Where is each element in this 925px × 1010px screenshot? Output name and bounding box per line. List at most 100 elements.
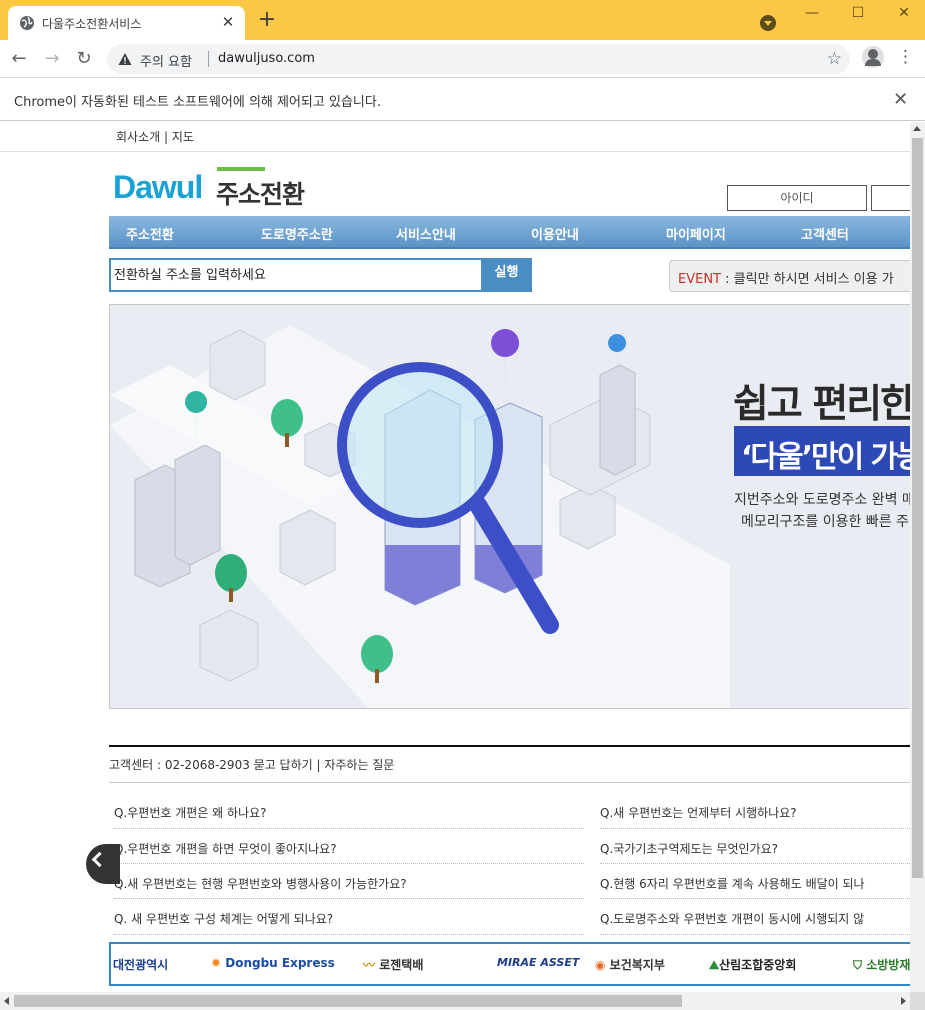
horizontal-scroll-thumb[interactable] bbox=[14, 995, 682, 1007]
faq-item[interactable]: Q.우편번호 개편을 하면 무엇이 좋아지나요? bbox=[114, 840, 337, 857]
login-password-field[interactable] bbox=[871, 185, 910, 211]
event-text: : 클릭만 하시면 서비스 이용 가 bbox=[721, 272, 894, 287]
omnibox-divider bbox=[208, 51, 209, 67]
banner-headline-2: ‘다울’만이 가능한 bbox=[741, 440, 910, 475]
close-window-button[interactable]: ✕ bbox=[889, 2, 919, 24]
link-map[interactable]: 지도 bbox=[172, 130, 194, 144]
partner-logo[interactable]: MIRAE ASSET bbox=[497, 956, 579, 969]
vertical-scrollbar[interactable] bbox=[910, 122, 925, 992]
partner-logo[interactable]: ◉ 보건복지부 bbox=[595, 956, 665, 973]
forward-icon[interactable]: → bbox=[41, 48, 63, 70]
top-links: 회사소개 | 지도 bbox=[116, 128, 194, 145]
partner-logo[interactable]: ⛉ 소방방재 bbox=[853, 956, 910, 973]
tab-strip: 다울주소전환서비스 ✕ + — ☐ ✕ bbox=[0, 0, 925, 40]
event-ticker[interactable]: EVENT : 클릭만 하시면 서비스 이용 가 bbox=[669, 260, 910, 292]
maximize-button[interactable]: ☐ bbox=[843, 2, 873, 24]
faq-item[interactable]: Q.도로명주소와 우편번호 개편이 동시에 시행되지 않 bbox=[600, 910, 864, 927]
sun-icon: ✹ bbox=[211, 956, 222, 970]
shield-icon: ⛉ bbox=[853, 958, 863, 972]
tab-title: 다울주소전환서비스 bbox=[42, 17, 142, 31]
scrollbar-corner bbox=[910, 992, 925, 1010]
partner-logo[interactable]: 대전광역시 bbox=[113, 956, 168, 973]
faq-item[interactable]: Q.우편번호 개편은 왜 하나요? bbox=[114, 804, 267, 821]
menu-icon[interactable]: ⋮ bbox=[897, 46, 914, 68]
faq-divider bbox=[600, 898, 910, 899]
automation-infobar: Chrome이 자동화된 테스트 소프트웨어에 의해 제어되고 있습니다. ✕ bbox=[0, 79, 925, 121]
address-search-box bbox=[109, 258, 483, 292]
header-divider bbox=[0, 151, 910, 152]
faq-item[interactable]: Q.현행 6자리 우편번호를 계속 사용해도 배달이 되나 bbox=[600, 875, 865, 892]
address-search-input[interactable] bbox=[114, 260, 478, 290]
logo-korean: 주소전환 bbox=[216, 180, 305, 209]
link-company[interactable]: 회사소개 bbox=[116, 130, 160, 144]
customer-center-info[interactable]: 고객센터 : 02-2068-2903 묻고 답하기 | 자주하는 질문 bbox=[109, 756, 394, 773]
faq-divider bbox=[600, 934, 910, 935]
warning-icon[interactable] bbox=[118, 52, 132, 66]
nav-item-support[interactable]: 고객센터 bbox=[801, 224, 849, 243]
infobar-close-icon[interactable]: ✕ bbox=[893, 89, 908, 110]
faq-item[interactable]: Q. 새 우편번호 구성 체계는 어떻게 되나요? bbox=[114, 910, 333, 927]
browser-tab[interactable]: 다울주소전환서비스 ✕ bbox=[8, 6, 245, 40]
back-icon[interactable]: ← bbox=[8, 48, 30, 70]
reload-icon[interactable]: ↻ bbox=[73, 48, 95, 70]
faq-divider bbox=[600, 828, 910, 829]
horizontal-scrollbar[interactable] bbox=[0, 992, 910, 1010]
globe-icon bbox=[20, 16, 34, 30]
nav-item-mypage[interactable]: 마이페이지 bbox=[666, 224, 726, 243]
top-links-separator: | bbox=[160, 130, 172, 144]
support-divider bbox=[109, 745, 910, 747]
vertical-scroll-thumb[interactable] bbox=[912, 138, 923, 878]
logo-wordmark: Dawul bbox=[113, 169, 203, 205]
login-id-field[interactable]: 아이디 bbox=[727, 185, 867, 211]
faq-divider bbox=[114, 828, 584, 829]
tab-close-icon[interactable]: ✕ bbox=[219, 13, 237, 31]
search-submit-button[interactable]: 실행 bbox=[481, 258, 532, 292]
page-viewport: 회사소개 | 지도 Dawul 주소전환 아이디 주소전환 도로명주소란 서비스… bbox=[0, 122, 910, 992]
nav-item-usage[interactable]: 이용안내 bbox=[531, 224, 579, 243]
profile-avatar[interactable] bbox=[862, 46, 884, 68]
nav-item-road-address[interactable]: 도로명주소란 bbox=[261, 224, 333, 243]
partner-logos: 대전광역시 ✹ Dongbu Express 〰 로젠택배 MIRAE ASSE… bbox=[109, 942, 910, 986]
partner-logo[interactable]: 〰 로젠택배 bbox=[363, 956, 423, 973]
minimize-button[interactable]: — bbox=[797, 2, 827, 24]
faq-item[interactable]: Q.국가기초구역제도는 무엇인가요? bbox=[600, 840, 778, 857]
browser-window: 다울주소전환서비스 ✕ + — ☐ ✕ ← → ↻ 주의 요함 dawuljus… bbox=[0, 0, 925, 1010]
faq-item[interactable]: Q.새 우편번호는 언제부터 시행하나요? bbox=[600, 804, 797, 821]
address-bar[interactable]: 주의 요함 dawuljuso.com ☆ bbox=[107, 44, 850, 74]
logo-accent-bar bbox=[217, 167, 265, 171]
url-text[interactable]: dawuljuso.com bbox=[218, 51, 315, 66]
support-underline bbox=[109, 782, 910, 783]
banner-subtext-1: 지번주소와 도로명주소 완벽 매 bbox=[734, 492, 910, 508]
faq-divider bbox=[600, 863, 910, 864]
faq-divider bbox=[114, 934, 584, 935]
security-warning-text[interactable]: 주의 요함 bbox=[140, 51, 192, 70]
swoosh-icon: 〰 bbox=[363, 958, 376, 972]
scroll-right-icon[interactable] bbox=[901, 997, 906, 1005]
city-magnifier-illustration bbox=[110, 325, 730, 708]
chevron-left-icon bbox=[91, 851, 108, 868]
person-icon-body bbox=[865, 59, 881, 66]
banner-headline-1: 쉽고 편리한 bbox=[733, 382, 910, 427]
bookmark-star-icon[interactable]: ☆ bbox=[827, 49, 842, 69]
faq-divider bbox=[114, 898, 584, 899]
tab-search-icon[interactable] bbox=[760, 15, 776, 31]
partner-logo[interactable]: ⛰산림조합중앙회 bbox=[709, 956, 796, 973]
infobar-message: Chrome이 자동화된 테스트 소프트웨어에 의해 제어되고 있습니다. bbox=[14, 95, 381, 110]
nav-item-address-convert[interactable]: 주소전환 bbox=[126, 224, 174, 243]
browser-toolbar: ← → ↻ 주의 요함 dawuljuso.com ☆ bbox=[0, 40, 925, 78]
scroll-up-icon[interactable] bbox=[913, 126, 921, 131]
scroll-left-icon[interactable] bbox=[4, 997, 9, 1005]
event-label: EVENT bbox=[678, 272, 721, 287]
faq-divider bbox=[114, 863, 584, 864]
partner-logo[interactable]: ✹ Dongbu Express bbox=[211, 956, 335, 970]
carousel-prev-button[interactable] bbox=[86, 844, 120, 884]
person-icon-head bbox=[868, 49, 878, 59]
nav-item-service[interactable]: 서비스안내 bbox=[396, 224, 456, 243]
new-tab-button[interactable]: + bbox=[256, 9, 278, 32]
banner-subtext-2: 메모리구조를 이용한 빠른 주 bbox=[741, 514, 909, 530]
main-nav: 주소전환 도로명주소란 서비스안내 이용안내 마이페이지 고객센터 bbox=[109, 216, 910, 249]
main-banner[interactable]: 쉽고 편리한 ‘다울’만이 가능한 지번주소와 도로명주소 완벽 매 메모리구조… bbox=[109, 304, 910, 709]
swirl-icon: ◉ bbox=[595, 958, 606, 972]
faq-item[interactable]: Q.새 우편번호는 현행 우편번호와 병행사용이 가능한가요? bbox=[114, 875, 407, 892]
mountain-icon: ⛰ bbox=[709, 958, 720, 972]
